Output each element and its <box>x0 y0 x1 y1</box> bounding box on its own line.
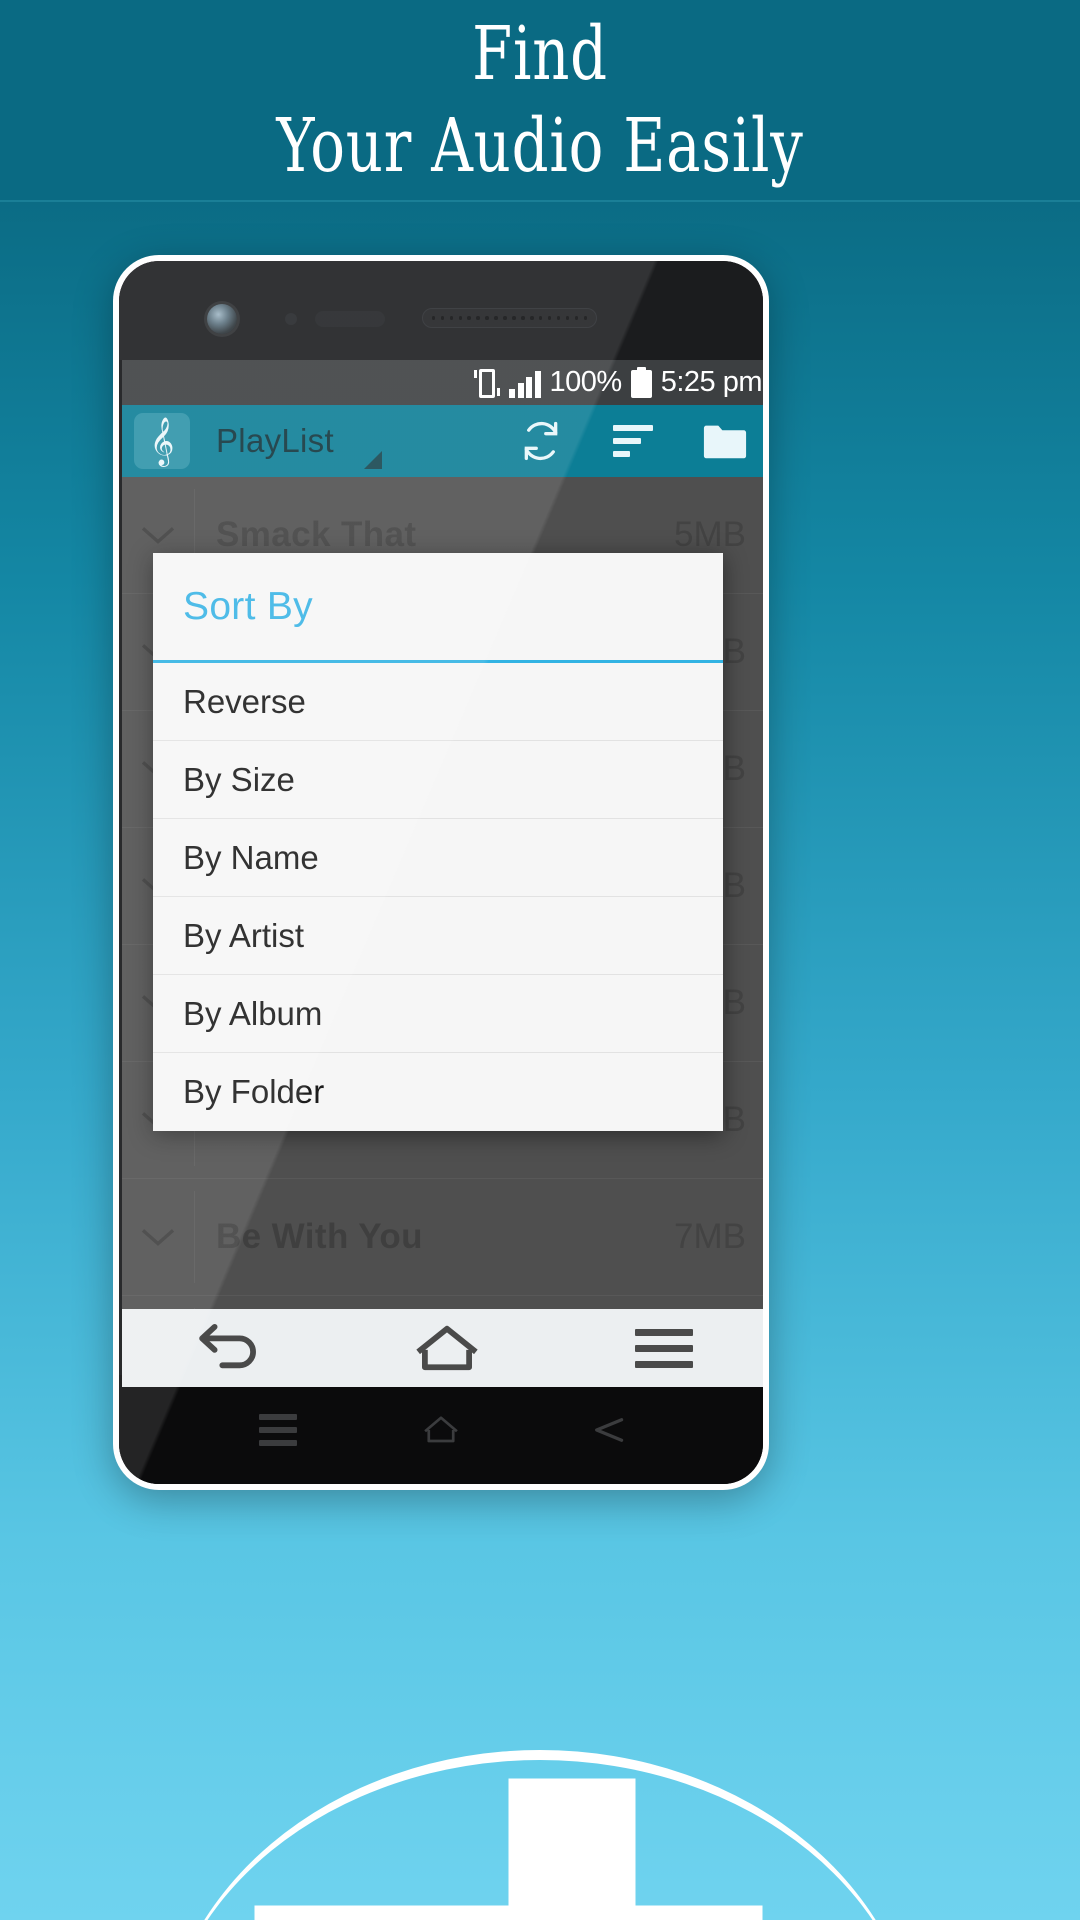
status-bar: 100% 5:25 pm <box>122 360 763 405</box>
battery-percent-label: 100% <box>549 366 623 398</box>
sort-icon[interactable] <box>610 418 656 464</box>
back-icon[interactable] <box>175 1318 285 1378</box>
menu-item-by-album[interactable]: By Album <box>153 975 723 1053</box>
signal-bars-icon <box>509 368 541 398</box>
recents-menu-icon[interactable] <box>609 1318 719 1378</box>
navigation-bar <box>122 1309 763 1387</box>
front-camera-icon <box>207 304 237 334</box>
dialog-header: Sort By <box>153 553 723 663</box>
page-title: PlayList <box>216 422 334 459</box>
dialog-title: Sort By <box>183 584 313 628</box>
light-sensor-icon <box>315 311 385 327</box>
phone-screen: 100% 5:25 pm 𝄞 PlayList Smack That 5MB B… <box>122 360 763 1387</box>
menu-item-by-name[interactable]: By Name <box>153 819 723 897</box>
action-bar: 𝄞 PlayList <box>122 405 763 477</box>
phone-bottom-bezel <box>119 1375 763 1484</box>
status-bar-clock: 5:25 pm <box>660 366 763 398</box>
back-key-icon[interactable] <box>569 1405 639 1455</box>
sort-by-dialog: Sort By Reverse By Size By Name By Artis… <box>153 553 723 1131</box>
promo-headline-line-1: Find <box>472 11 608 97</box>
menu-item-reverse[interactable]: Reverse <box>153 663 723 741</box>
earpiece-speaker-icon <box>422 308 597 328</box>
menu-item-by-size[interactable]: By Size <box>153 741 723 819</box>
promo-headline-line-2: Your Audio Easily <box>276 103 804 189</box>
home-key-icon[interactable] <box>406 1405 476 1455</box>
dropdown-caret-icon[interactable] <box>363 451 382 469</box>
action-bar-actions <box>518 418 763 464</box>
phone-mockup: 100% 5:25 pm 𝄞 PlayList Smack That 5MB B… <box>113 255 769 1490</box>
music-clef-icon[interactable]: 𝄞 <box>134 413 190 469</box>
folder-icon[interactable] <box>702 418 748 464</box>
home-icon[interactable] <box>392 1318 502 1378</box>
menu-key-icon[interactable] <box>243 1405 313 1455</box>
menu-item-by-folder[interactable]: By Folder <box>153 1053 723 1131</box>
phone-body: 100% 5:25 pm 𝄞 PlayList Smack That 5MB B… <box>119 261 763 1484</box>
promo-header: Find Your Audio Easily <box>0 0 1080 202</box>
decorative-arc <box>160 1750 920 1920</box>
vibrate-icon <box>474 367 501 399</box>
battery-full-icon <box>630 367 652 398</box>
menu-item-by-artist[interactable]: By Artist <box>153 897 723 975</box>
refresh-icon[interactable] <box>518 418 564 464</box>
phone-top-bezel <box>119 261 763 360</box>
proximity-sensor-icon <box>285 313 297 325</box>
